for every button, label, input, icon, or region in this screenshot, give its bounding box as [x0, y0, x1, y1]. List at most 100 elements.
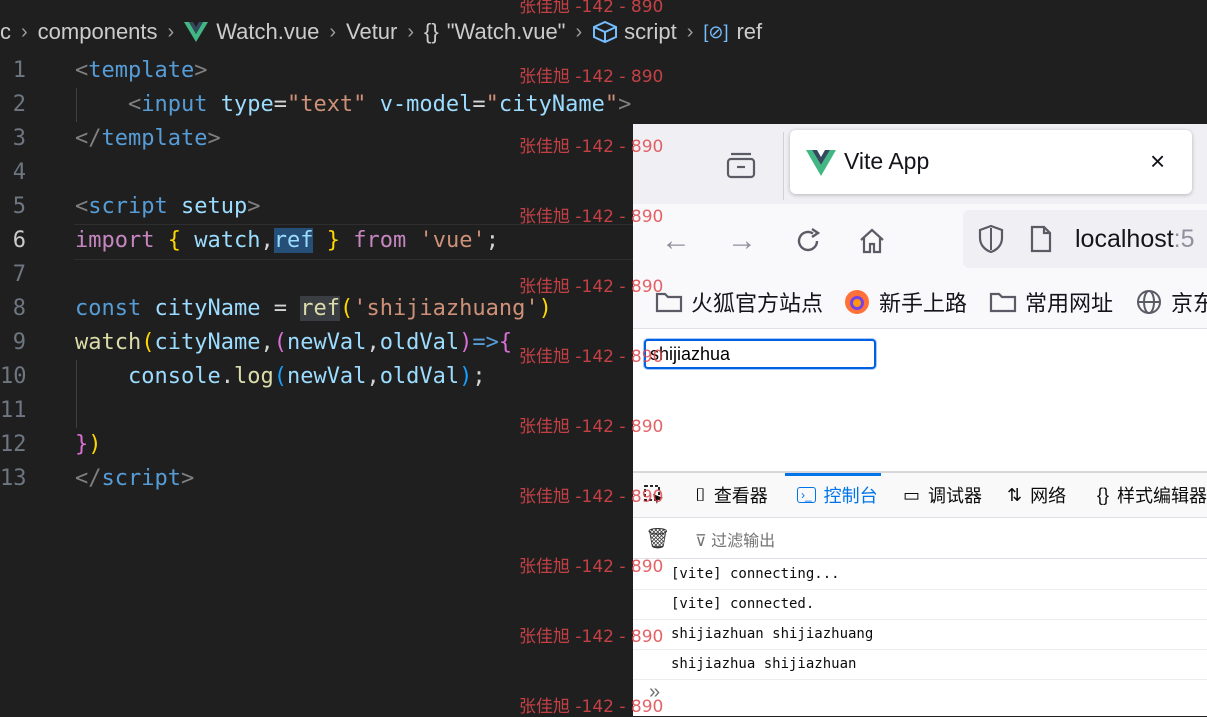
bookmark-item[interactable]: 京东: [1135, 286, 1207, 318]
line-number: 2: [12, 92, 26, 117]
devtools-tabs: ⌷ 查看器 ›_ 控制台 ▭ 调试器 ⇅ 网络 {} 样式编辑器: [633, 473, 1207, 518]
inspector-icon: ⌷: [695, 484, 706, 505]
bookmarks-toolbar: 火狐官方站点 新手上路 常用网址 京东: [633, 276, 1207, 329]
page-icon[interactable]: [1029, 225, 1053, 253]
console-toolbar: 🗑 ⊽ 过滤输出: [633, 518, 1207, 559]
tab-label: 样式编辑器: [1117, 486, 1207, 506]
code-text: console.log(newVal,oldVal);: [127, 364, 486, 389]
chevron-right-icon: ›: [329, 20, 336, 43]
filter-input[interactable]: ⊽ 过滤输出: [695, 527, 775, 551]
console-log-row: [vite] connecting...: [633, 559, 1207, 590]
tab-label: 网络: [1030, 486, 1067, 506]
tab-list-icon[interactable]: [725, 150, 757, 180]
close-icon[interactable]: ×: [1150, 146, 1165, 177]
url-bar[interactable]: localhost:5: [963, 210, 1207, 268]
watermark-text: 张佳旭 -142 - 890: [519, 277, 664, 297]
watermark-text: 张佳旭 -142 - 890: [519, 347, 664, 367]
line-number: 12: [0, 432, 27, 457]
bookmark-item[interactable]: 常用网址: [989, 286, 1113, 318]
console-log-row: shijiazhuan shijiazhuang: [633, 619, 1207, 650]
vue-icon: [806, 150, 836, 176]
watermark-text: 张佳旭 -142 - 890: [519, 207, 664, 227]
tab-label: 调试器: [928, 486, 983, 506]
line-number: 4: [12, 160, 26, 185]
braces-icon: {}: [424, 19, 439, 44]
code-text: <template>: [75, 58, 208, 83]
watermark-text: 张佳旭 -142 - 890: [519, 627, 664, 647]
line-number: 3: [12, 126, 26, 151]
forward-arrow-icon[interactable]: →: [727, 224, 757, 258]
city-input[interactable]: [644, 339, 876, 369]
breadcrumb-prefix[interactable]: c: [0, 19, 11, 45]
console-icon: ›_: [797, 487, 816, 503]
vue-icon: [184, 22, 209, 42]
tab-bar: Vite App ×: [633, 124, 1207, 204]
braces-icon: {}: [1097, 484, 1110, 505]
chevron-right-icon: ›: [407, 20, 415, 43]
breadcrumb-section[interactable]: script: [624, 19, 677, 45]
reload-icon[interactable]: [793, 226, 823, 256]
code-text: import { watch,ref } from 'vue';: [75, 228, 499, 253]
tab-title: Vite App: [844, 148, 930, 174]
log-text: [vite] connecting...: [671, 566, 840, 582]
tab-console[interactable]: ›_ 控制台: [797, 473, 878, 517]
code-text: const cityName = ref('shijiazhuang'): [75, 296, 552, 321]
watermark-text: 张佳旭 -142 - 890: [519, 67, 664, 87]
line-number: 13: [0, 466, 27, 491]
log-text: shijiazhua shijiazhuan: [671, 656, 857, 672]
url-port: :5: [1173, 225, 1195, 253]
line-number: 5: [12, 194, 26, 219]
breadcrumb-object[interactable]: "Watch.vue": [447, 19, 566, 45]
code-text: <input type="text" v-model="cityName">: [127, 92, 632, 117]
page-content: [633, 329, 1207, 471]
url-host: localhost: [1075, 225, 1174, 253]
console-log-row: [vite] connected.: [633, 589, 1207, 620]
code-text: </template>: [75, 126, 221, 151]
bookmark-item[interactable]: 新手上路: [843, 286, 967, 318]
tab-label: 查看器: [713, 486, 768, 506]
variable-icon: [⊘]: [703, 21, 729, 42]
line-number: 7: [12, 262, 26, 287]
shield-icon[interactable]: [977, 224, 1005, 254]
tab-style-editor[interactable]: {} 样式编辑器: [1097, 473, 1207, 517]
network-icon: ⇅: [1007, 484, 1023, 505]
breadcrumb-tool[interactable]: Vetur: [346, 19, 397, 45]
breadcrumb-symbol[interactable]: ref: [736, 19, 762, 45]
tab-inspector[interactable]: ⌷ 查看器: [695, 473, 768, 517]
line-number: 9: [12, 330, 26, 355]
code-text: <script setup>: [75, 194, 261, 219]
globe-icon: [1137, 290, 1161, 314]
tab-label: 控制台: [823, 486, 878, 506]
back-arrow-icon[interactable]: ←: [661, 224, 691, 258]
breadcrumb-file[interactable]: Watch.vue: [216, 19, 319, 45]
log-text: [vite] connected.: [671, 596, 815, 612]
chevron-right-icon: ›: [686, 20, 694, 43]
log-text: shijiazhuan shijiazhuang: [671, 626, 874, 642]
bookmark-item[interactable]: 火狐官方站点: [655, 286, 823, 318]
tab-vite-app[interactable]: Vite App ×: [790, 130, 1192, 194]
tab-network[interactable]: ⇅ 网络: [1007, 473, 1066, 517]
cube-icon: [593, 20, 618, 44]
line-number: 10: [0, 364, 27, 389]
breadcrumb-folder[interactable]: components: [38, 19, 158, 45]
browser-window: Vite App × ← → localhost:5 火狐官方站点 新手上路 常…: [633, 124, 1207, 716]
filter-icon: ⊽: [695, 533, 712, 550]
tab-debugger[interactable]: ▭ 调试器: [903, 473, 982, 517]
home-icon[interactable]: [857, 226, 887, 256]
bookmark-label: 京东: [1171, 291, 1207, 316]
chevron-right-icon: ›: [21, 20, 28, 43]
code-text: }): [75, 432, 102, 457]
debugger-icon: ▭: [903, 484, 921, 505]
line-number: 11: [0, 398, 27, 423]
bookmark-label: 新手上路: [879, 291, 968, 316]
watermark-text: 张佳旭 -142 - 890: [519, 697, 664, 717]
bookmark-label: 火狐官方站点: [691, 291, 824, 316]
watermark-text: 张佳旭 -142 - 890: [519, 417, 664, 437]
watermark-text: 张佳旭 -142 - 890: [519, 487, 664, 507]
watermark-text: 张佳旭 -142 - 890: [519, 557, 664, 577]
tab-divider: [783, 132, 784, 200]
trash-icon[interactable]: 🗑: [645, 526, 670, 551]
nav-bar: ← → localhost:5: [633, 204, 1207, 276]
line-number: 6: [12, 228, 26, 253]
code-line: 2 <input type="text" v-model="cityName">: [0, 88, 1207, 122]
